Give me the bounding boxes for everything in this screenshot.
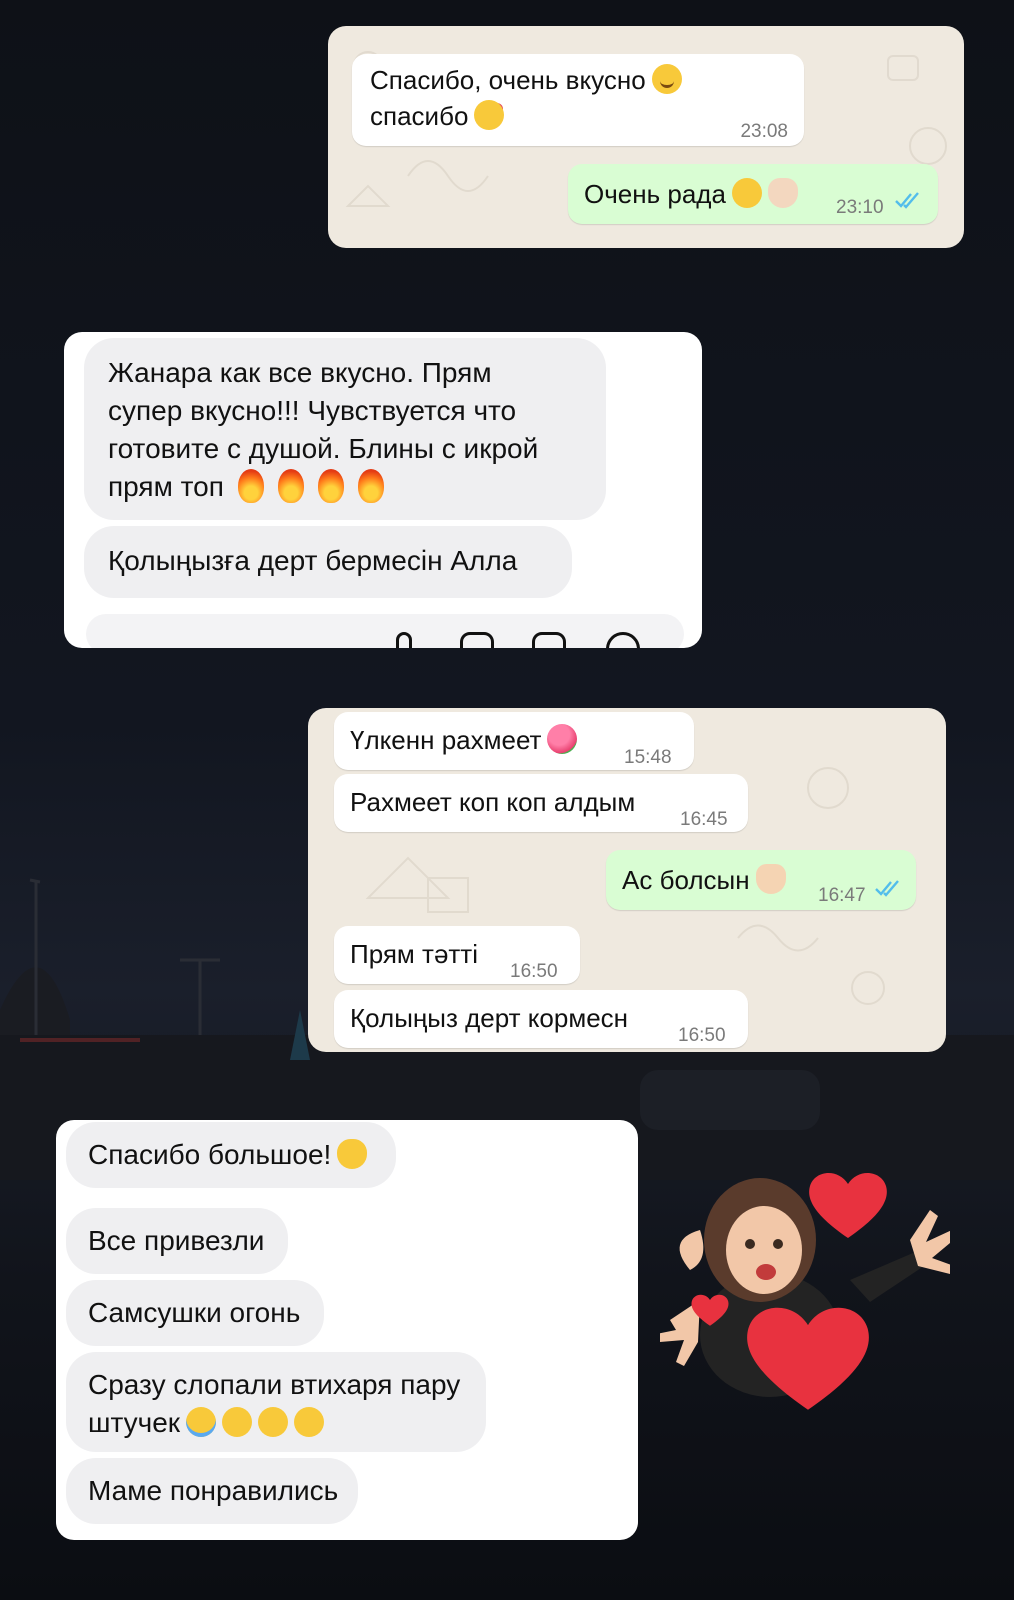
message-timestamp: 16:47 bbox=[818, 885, 866, 906]
message-timestamp: 16:45 bbox=[680, 809, 728, 830]
message-text: Прям тәтті bbox=[350, 939, 478, 969]
message-text: спасибо bbox=[370, 101, 469, 131]
instagram-chat-screenshot-2: Спасибо большое! Все привезли Самсушки о… bbox=[56, 1120, 638, 1540]
yum-emoji bbox=[294, 1407, 325, 1437]
message-composer-bar[interactable] bbox=[86, 614, 684, 648]
add-icon[interactable] bbox=[606, 632, 640, 648]
smiling-emoji bbox=[651, 64, 682, 94]
message-text: Рахмеет коп коп алдым bbox=[350, 787, 636, 817]
message-timestamp: 16:50 bbox=[678, 1025, 726, 1046]
outgoing-message-bubble[interactable]: Ас болсын 16:47 bbox=[606, 850, 916, 910]
incoming-message-bubble[interactable]: Маме понравились bbox=[66, 1458, 358, 1524]
pleading-face-emoji bbox=[731, 178, 762, 208]
message-timestamp: 16:50 bbox=[510, 961, 558, 982]
smiling-face-with-hearts-emoji bbox=[474, 100, 505, 130]
heart-icon bbox=[691, 1294, 729, 1326]
message-timestamp: 23:10 bbox=[836, 197, 884, 218]
outgoing-message-bubble[interactable]: Очень рада 23:10 bbox=[568, 164, 938, 224]
heart-eyes-cat-emoji bbox=[337, 1139, 368, 1169]
fire-emoji bbox=[357, 469, 384, 503]
message-text: Маме понравились bbox=[88, 1475, 339, 1506]
message-text: Самсушки огонь bbox=[88, 1297, 301, 1328]
message-text: Қолыңызға дерт бермесін Алла bbox=[108, 545, 518, 576]
incoming-message-bubble[interactable]: Рахмеет коп коп алдым 16:45 bbox=[334, 774, 748, 832]
message-text: прям топ bbox=[108, 471, 224, 502]
incoming-message-bubble[interactable]: Жанара как все вкусно. Прям супер вкусно… bbox=[84, 338, 606, 520]
fire-emoji bbox=[237, 469, 264, 503]
yum-emoji bbox=[258, 1407, 289, 1437]
message-text: Спасибо большое! bbox=[88, 1139, 332, 1170]
heart-icon bbox=[809, 1172, 887, 1238]
message-text: штучек bbox=[88, 1407, 181, 1438]
message-text: Қолыңыз дерт кормесн bbox=[350, 1003, 629, 1033]
whatsapp-chat-screenshot-2: Үлкенн рахмеет 15:48 Рахмеет коп коп алд… bbox=[308, 708, 946, 1052]
fire-emoji bbox=[317, 469, 344, 503]
incoming-message-bubble[interactable]: Үлкенн рахмеет 15:48 bbox=[334, 712, 694, 770]
incoming-message-bubble[interactable]: Спасибо, очень вкусно спасибо 23:08 bbox=[352, 54, 804, 146]
incoming-message-bubble[interactable]: Спасибо большое! bbox=[66, 1122, 396, 1188]
message-text: Все привезли bbox=[88, 1225, 265, 1256]
fire-emoji bbox=[277, 469, 304, 503]
tears-of-joy-emoji bbox=[186, 1407, 217, 1437]
read-receipt-icon bbox=[875, 880, 899, 897]
sticker-icon[interactable] bbox=[532, 632, 566, 648]
message-text: супер вкусно!!! Чувствуется что bbox=[108, 395, 517, 426]
gallery-icon[interactable] bbox=[460, 632, 494, 648]
message-text: Сразу слопали втихаря пару bbox=[88, 1369, 461, 1400]
incoming-message-bubble[interactable]: Сразу слопали втихаря пару штучек bbox=[66, 1352, 486, 1452]
incoming-message-bubble[interactable]: Прям тәтті 16:50 bbox=[334, 926, 580, 984]
message-text: Очень рада bbox=[584, 179, 726, 209]
microphone-icon[interactable] bbox=[396, 632, 412, 648]
read-receipt-icon bbox=[895, 192, 919, 209]
ok-hand-emoji bbox=[767, 178, 798, 208]
incoming-message-bubble[interactable]: Все привезли bbox=[66, 1208, 288, 1274]
message-text: Ас болсын bbox=[622, 865, 750, 895]
yum-emoji bbox=[222, 1407, 253, 1437]
heart-icon bbox=[747, 1307, 869, 1410]
message-text: Үлкенн рахмеет bbox=[350, 725, 542, 755]
instagram-chat-screenshot-1: Жанара как все вкусно. Прям супер вкусно… bbox=[64, 332, 702, 648]
bouquet-emoji bbox=[547, 724, 578, 754]
raising-hands-emoji bbox=[755, 864, 786, 894]
incoming-message-bubble[interactable]: Қолыңызға дерт бермесін Алла bbox=[84, 526, 572, 598]
message-text: Спасибо, очень вкусно bbox=[370, 65, 646, 95]
message-text: Жанара как все вкусно. Прям bbox=[108, 357, 492, 388]
incoming-message-bubble[interactable]: Қолыңыз дерт кормесн 16:50 bbox=[334, 990, 748, 1048]
message-timestamp: 23:08 bbox=[740, 121, 788, 142]
whatsapp-chat-screenshot-1: Спасибо, очень вкусно спасибо 23:08 Очен… bbox=[328, 26, 964, 248]
message-text: готовите с душой. Блины с икрой bbox=[108, 433, 539, 464]
message-timestamp: 15:48 bbox=[624, 747, 672, 768]
incoming-message-bubble[interactable]: Самсушки огонь bbox=[66, 1280, 324, 1346]
